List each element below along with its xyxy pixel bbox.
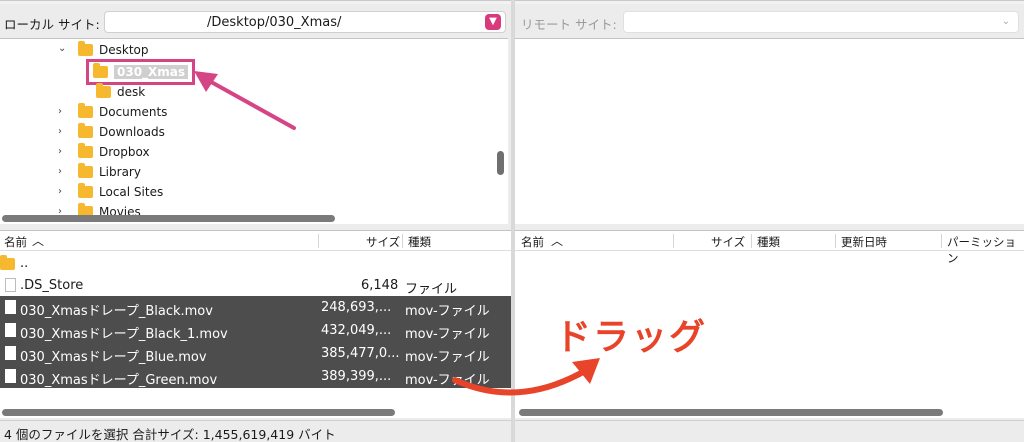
drag-arrow [452,365,593,396]
drag-annotation-label: ドラッグ [555,317,708,358]
annotation-overlay [194,71,600,396]
drag-arrow-head [572,358,600,384]
filezilla-window: ローカル サイト: /Desktop/030_Xmas/ ▼ ⌄ Desktop… [0,0,1024,442]
highlight-arrow [202,76,296,130]
